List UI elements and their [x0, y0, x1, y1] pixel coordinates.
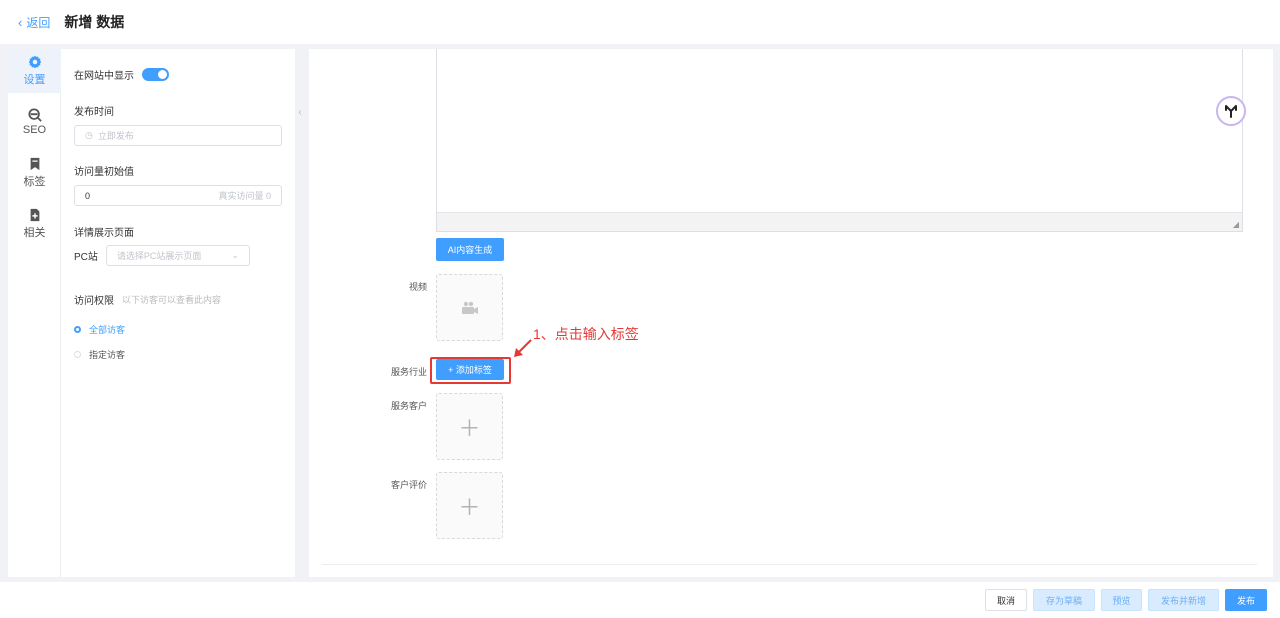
reviews-label: 客户评价 — [390, 480, 427, 490]
page-title: 新增 数据 — [64, 14, 125, 30]
access-option-label: 指定访客 — [89, 350, 126, 360]
chevron-left-icon: ‹ — [298, 106, 302, 118]
clients-label: 服务客户 — [390, 401, 427, 411]
save-draft-button[interactable]: 存为草稿 — [1033, 589, 1095, 611]
pc-site-row: PC站 请选择PC站展示页面 ⌄ — [74, 245, 282, 266]
video-label: 视频 — [408, 282, 427, 292]
clients-upload[interactable]: ＋ — [436, 393, 503, 460]
clock-icon: ◷ — [85, 130, 93, 140]
publish-time-input[interactable]: ◷ 立即发布 — [74, 125, 282, 146]
top-bar: ‹ 返回 新增 数据 — [0, 0, 1280, 44]
publish-and-new-button[interactable]: 发布并新增 — [1148, 589, 1219, 611]
initial-views-label: 访问量初始值 — [74, 167, 134, 178]
add-tag-button[interactable]: + 添加标签 — [436, 359, 504, 380]
publish-time-label: 发布时间 — [74, 107, 114, 118]
radio-checked[interactable] — [74, 326, 81, 333]
radio-unchecked[interactable] — [74, 351, 81, 358]
bottom-action-bar: 取消 存为草稿 预览 发布并新增 发布 — [0, 582, 1280, 618]
chevron-down-icon: ⌄ — [231, 250, 239, 260]
chevron-left-icon: ‹ — [18, 14, 23, 30]
rail-label: 相关 — [23, 227, 46, 239]
show-on-site-row: 在网站中显示 — [74, 67, 282, 82]
assistant-logo-icon — [1225, 105, 1237, 118]
seo-icon — [27, 108, 42, 122]
pc-site-select[interactable]: 请选择PC站展示页面 ⌄ — [105, 245, 250, 266]
collapse-panel-button[interactable]: ‹ — [295, 92, 305, 132]
annotation-text: 1、点击输入标签 — [533, 326, 639, 342]
pc-site-label: PC站 — [74, 252, 98, 263]
rich-text-editor[interactable]: ◢ — [436, 49, 1243, 232]
rail-item-seo[interactable]: SEO — [8, 100, 61, 144]
initial-views-input[interactable]: 0 真实访问量 0 — [74, 185, 282, 206]
add-document-icon — [30, 208, 39, 222]
initial-views-value: 0 — [85, 190, 91, 201]
rail-item-tags[interactable]: 标签 — [8, 151, 61, 195]
access-label: 访问权限 — [74, 296, 114, 307]
video-upload[interactable] — [436, 274, 503, 341]
back-label: 返回 — [26, 15, 51, 30]
reviews-upload[interactable]: ＋ — [436, 472, 503, 539]
plus-icon: ＋ — [458, 415, 481, 441]
annotation-arrow-icon — [514, 339, 532, 357]
side-rail: 设置 SEO 标签 相关 — [8, 49, 68, 577]
assistant-badge[interactable] — [1216, 96, 1246, 126]
video-camera-icon — [461, 301, 478, 314]
gear-icon — [28, 55, 41, 69]
initial-views-hint: 真实访问量 0 — [218, 191, 271, 201]
resize-handle-icon[interactable]: ◢ — [1233, 220, 1239, 229]
publish-time-placeholder: 立即发布 — [97, 131, 134, 141]
show-on-site-toggle[interactable] — [142, 68, 169, 81]
editor-status-bar: ◢ — [437, 212, 1242, 231]
preview-button[interactable]: 预览 — [1101, 589, 1142, 611]
publish-button[interactable]: 发布 — [1225, 589, 1267, 611]
access-option-all[interactable]: 全部访客 — [74, 323, 282, 336]
rail-item-related[interactable]: 相关 — [8, 202, 61, 246]
back-link[interactable]: ‹ 返回 — [18, 14, 50, 31]
rail-item-settings[interactable]: 设置 — [8, 49, 68, 93]
pc-site-placeholder: 请选择PC站展示页面 — [116, 251, 202, 261]
plus-icon: ＋ — [458, 494, 481, 520]
industry-label: 服务行业 — [390, 367, 427, 377]
detail-page-label: 详情展示页面 — [74, 228, 134, 239]
ai-generate-button[interactable]: AI内容生成 — [436, 238, 504, 261]
show-on-site-label: 在网站中显示 — [74, 71, 134, 82]
cancel-button[interactable]: 取消 — [985, 589, 1027, 611]
access-hint: 以下访客可以查看此内容 — [122, 295, 222, 305]
access-row: 访问权限 以下访客可以查看此内容 — [74, 292, 282, 307]
divider — [322, 564, 1257, 565]
rail-label: SEO — [22, 124, 47, 136]
bookmark-icon — [30, 157, 39, 171]
rail-label: 标签 — [23, 176, 46, 188]
rail-label: 设置 — [23, 74, 46, 86]
access-option-label: 全部访客 — [89, 325, 126, 335]
settings-panel: 在网站中显示 发布时间 ◷ 立即发布 访问量初始值 0 真实访问量 0 详情展示… — [61, 49, 295, 577]
main-content: ◢ AI内容生成 视频 服务行业 + 添加标签 服务客户 ＋ 客户评价 ＋ — [309, 49, 1273, 577]
access-option-specified[interactable]: 指定访客 — [74, 348, 282, 361]
